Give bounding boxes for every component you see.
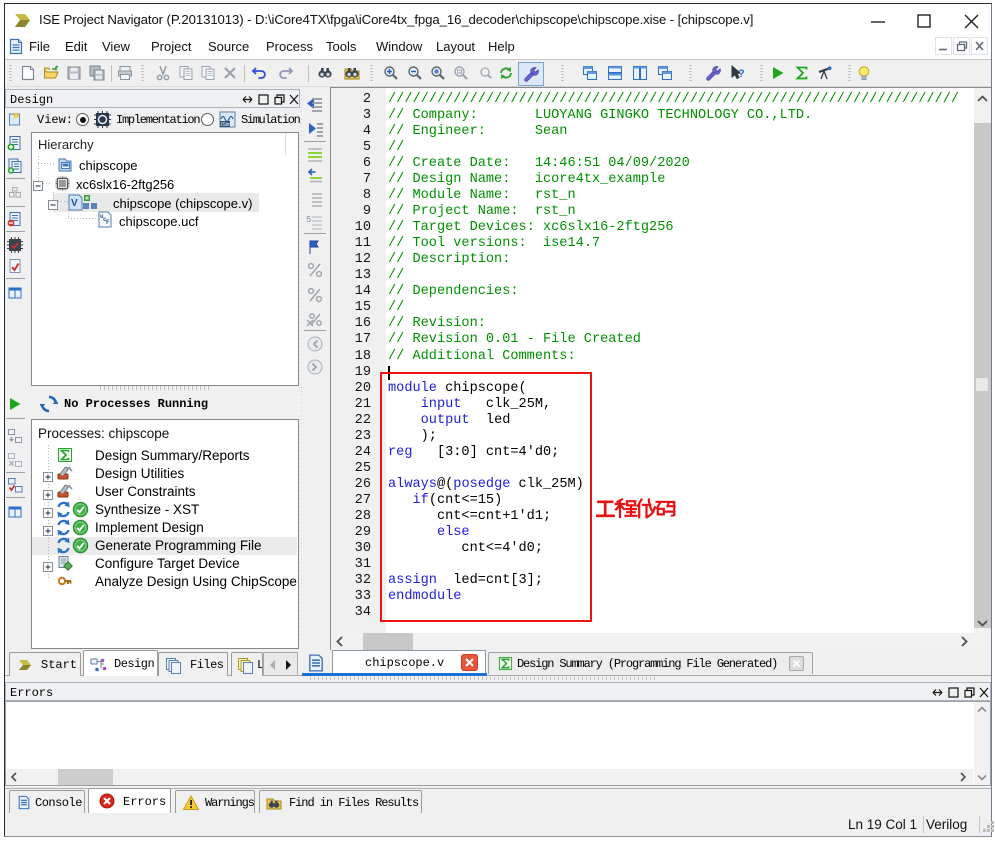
svg-text:V: V: [71, 198, 78, 209]
svg-text:5: 5: [306, 215, 311, 225]
svg-text:F: F: [106, 219, 110, 226]
svg-text:ISim: ISim: [221, 122, 231, 128]
svg-text:?: ?: [738, 68, 745, 80]
